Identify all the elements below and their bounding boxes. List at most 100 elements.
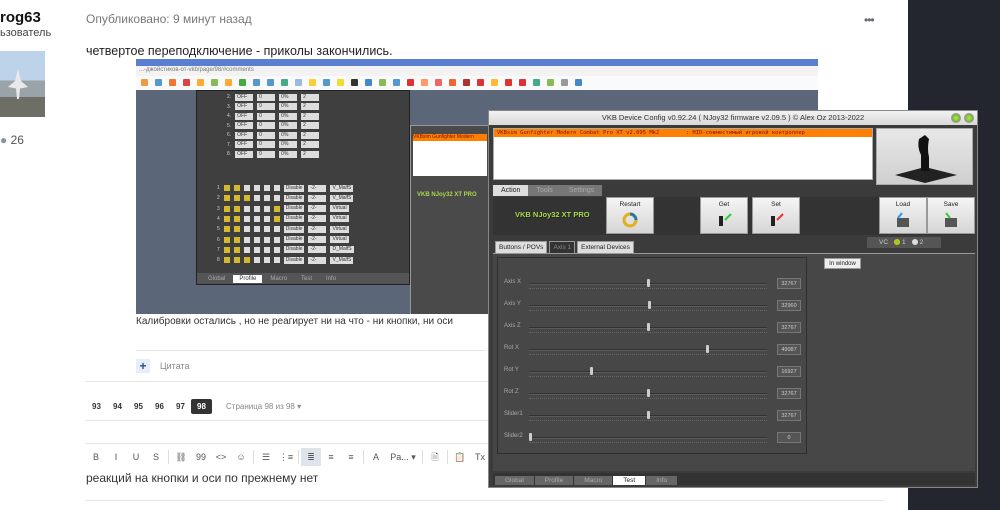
bookmark-icon[interactable] bbox=[491, 79, 498, 86]
checkbox[interactable] bbox=[233, 236, 240, 243]
bookmark-icon[interactable] bbox=[155, 79, 162, 86]
bottom-tab-test[interactable]: Test bbox=[613, 476, 646, 485]
old-axis-select[interactable]: Virtual bbox=[330, 225, 349, 233]
axis-slider-thumb[interactable] bbox=[647, 301, 651, 309]
vc-selector[interactable]: VC 1 2 bbox=[867, 237, 941, 248]
axis-slider-thumb[interactable] bbox=[529, 433, 532, 441]
old-tab-profile[interactable]: Profile bbox=[233, 274, 263, 283]
checkbox[interactable] bbox=[253, 185, 260, 191]
close-button[interactable] bbox=[964, 113, 974, 123]
page-info-dropdown[interactable]: Страница 98 из 98 ▾ bbox=[226, 402, 301, 411]
checkbox[interactable] bbox=[273, 246, 280, 253]
checkbox[interactable] bbox=[243, 246, 250, 253]
editor-tool-11-icon[interactable]: ≡ bbox=[321, 448, 341, 466]
device-list[interactable]: VKBsim Gunfighter Modern Combat Pro XT v… bbox=[493, 128, 873, 180]
editor-tool-14-icon[interactable]: Pa... ▾ bbox=[386, 448, 420, 466]
restart-button[interactable]: Restart bbox=[606, 197, 654, 234]
bookmark-icon[interactable] bbox=[449, 79, 456, 86]
checkbox[interactable] bbox=[233, 226, 240, 233]
checkbox[interactable] bbox=[223, 226, 230, 233]
author-name[interactable]: rog63 bbox=[0, 9, 41, 26]
axis-slider[interactable] bbox=[529, 349, 767, 351]
page-94[interactable]: 94 bbox=[107, 399, 128, 414]
old-tab-info[interactable]: Info bbox=[320, 275, 342, 283]
save-button[interactable]: Save bbox=[927, 197, 975, 234]
old-axis-select[interactable]: Disable bbox=[283, 205, 305, 213]
bottom-tab-profile[interactable]: Profile bbox=[534, 476, 574, 485]
checkbox[interactable] bbox=[253, 257, 260, 264]
bookmark-icon[interactable] bbox=[393, 79, 400, 86]
old-axis-select[interactable]: V_MalfS bbox=[330, 184, 354, 192]
old-row-select[interactable]: OFF bbox=[235, 93, 254, 101]
bookmark-icon[interactable] bbox=[505, 79, 512, 86]
old-row-select[interactable]: 0% bbox=[279, 112, 298, 120]
checkbox[interactable] bbox=[263, 226, 270, 233]
bottom-tab-macro[interactable]: Macro bbox=[574, 476, 613, 485]
axis-slider-thumb[interactable] bbox=[646, 411, 650, 419]
old-axis-select[interactable]: -2- bbox=[308, 225, 327, 233]
old-axis-select[interactable]: -2- bbox=[308, 184, 327, 192]
bookmark-icon[interactable] bbox=[407, 79, 414, 86]
checkbox[interactable] bbox=[273, 205, 280, 212]
old-row-select[interactable]: OFF bbox=[235, 150, 254, 158]
old-axis-select[interactable]: Disable bbox=[283, 246, 305, 254]
old-row-select[interactable]: 0 bbox=[257, 141, 276, 148]
tab-tools[interactable]: Tools bbox=[528, 185, 561, 196]
old-axis-select[interactable]: -2- bbox=[308, 194, 327, 202]
old-axis-select[interactable]: Disable bbox=[283, 256, 305, 264]
checkbox[interactable] bbox=[243, 195, 250, 202]
get-button[interactable]: Get bbox=[700, 197, 748, 234]
old-axis-select[interactable]: Disable bbox=[283, 225, 305, 233]
old-axis-select[interactable]: -2- bbox=[308, 215, 327, 223]
bookmark-icon[interactable] bbox=[547, 79, 554, 86]
bookmark-icon[interactable] bbox=[309, 79, 316, 86]
bookmark-icon[interactable] bbox=[211, 79, 218, 86]
old-row-select[interactable]: 2 bbox=[301, 103, 320, 110]
bookmark-icon[interactable] bbox=[197, 79, 204, 86]
checkbox[interactable] bbox=[273, 195, 280, 202]
page-97[interactable]: 97 bbox=[170, 399, 191, 414]
checkbox[interactable] bbox=[243, 226, 250, 233]
old-row-select[interactable]: OFF bbox=[235, 122, 254, 129]
editor-tool-16-icon[interactable]: 📋 bbox=[450, 448, 470, 466]
checkbox[interactable] bbox=[253, 215, 260, 222]
bookmark-icon[interactable] bbox=[365, 79, 372, 86]
old-tab-global[interactable]: Global bbox=[202, 275, 231, 283]
old-axis-select[interactable]: D_MalfS bbox=[330, 246, 354, 254]
more-options-icon[interactable]: ••• bbox=[864, 13, 875, 27]
bookmark-icon[interactable] bbox=[239, 79, 246, 86]
set-button[interactable]: Set bbox=[752, 197, 800, 234]
vc-option-2[interactable]: 2 bbox=[911, 239, 923, 246]
checkbox[interactable] bbox=[223, 215, 230, 222]
editor-text[interactable]: реакций на кнопки и оси по прежнему нет bbox=[86, 471, 318, 485]
old-row-select[interactable]: 0% bbox=[279, 150, 298, 158]
bookmark-icon[interactable] bbox=[253, 79, 260, 86]
checkbox[interactable] bbox=[243, 236, 250, 243]
bookmark-icon[interactable] bbox=[267, 79, 274, 86]
quote-plus-button[interactable]: + bbox=[136, 359, 150, 373]
checkbox[interactable] bbox=[223, 246, 230, 253]
old-row-select[interactable]: OFF bbox=[235, 141, 254, 148]
old-row-select[interactable]: OFF bbox=[235, 112, 254, 120]
old-row-select[interactable]: 0% bbox=[279, 141, 298, 148]
checkbox[interactable] bbox=[233, 215, 240, 222]
bookmark-icon[interactable] bbox=[337, 79, 344, 86]
bookmark-icon[interactable] bbox=[561, 79, 568, 86]
old-row-select[interactable]: 0% bbox=[279, 93, 298, 101]
editor-tool-2-icon[interactable]: U bbox=[126, 448, 146, 466]
in-window-button[interactable]: In window bbox=[824, 258, 861, 269]
old-axis-select[interactable]: -2- bbox=[308, 205, 327, 213]
checkbox[interactable] bbox=[263, 257, 270, 264]
editor-tool-12-icon[interactable]: ≡ bbox=[341, 448, 361, 466]
axis-slider-thumb[interactable] bbox=[705, 345, 709, 353]
old-tab-macro[interactable]: Macro bbox=[264, 275, 293, 283]
bookmark-icon[interactable] bbox=[519, 79, 526, 86]
checkbox[interactable] bbox=[263, 215, 270, 222]
editor-tool-1-icon[interactable]: I bbox=[106, 448, 126, 466]
checkbox[interactable] bbox=[253, 226, 260, 233]
bookmark-icon[interactable] bbox=[169, 79, 176, 86]
checkbox[interactable] bbox=[263, 236, 270, 243]
tab-action[interactable]: Action bbox=[493, 185, 529, 196]
bookmark-icon[interactable] bbox=[435, 79, 442, 86]
old-row-select[interactable]: 0 bbox=[257, 122, 276, 129]
